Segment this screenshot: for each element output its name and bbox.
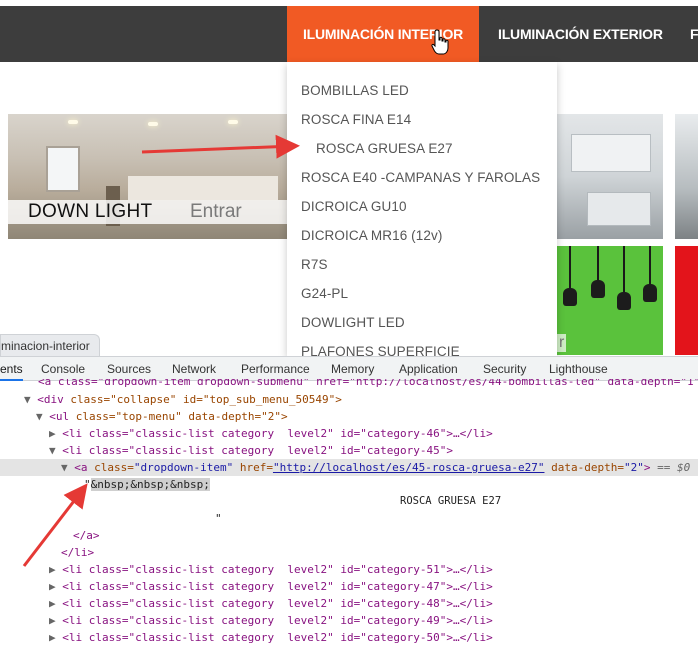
bulb-wire [569, 246, 571, 290]
bulb-image [643, 284, 657, 302]
submenu-item-plafones-superficie[interactable]: PLAFONES SUPERFICIE [301, 344, 460, 356]
devtools-tab-network[interactable]: Network [172, 357, 216, 381]
devtools-tab-security[interactable]: Security [483, 357, 526, 381]
dom-node-li-48[interactable]: ▶ <li class="classic-list category level… [0, 595, 698, 612]
bulb-image [617, 292, 631, 310]
category-tile-partial[interactable] [675, 114, 698, 239]
collapse-triangle-icon[interactable]: ▶ [49, 580, 62, 593]
href-link[interactable]: "http://localhost/es/45-rosca-gruesa-e27… [273, 461, 545, 474]
dom-text-quote-close: " [215, 512, 222, 525]
dom-node-li-47[interactable]: ▶ <li class="classic-list category level… [0, 578, 698, 595]
nbsp-entities: &nbsp;&nbsp;&nbsp; [90, 478, 210, 491]
submenu-item-dicroica-mr16[interactable]: DICROICA MR16 (12v) [301, 228, 442, 243]
tile-caption: r [557, 334, 567, 352]
dom-node-li-49[interactable]: ▶ <li class="classic-list category level… [0, 612, 698, 629]
submenu-item-rosca-fina-e14[interactable]: ROSCA FINA E14 [301, 112, 411, 127]
submenu-item-dicroica-gu10[interactable]: DICROICA GU10 [301, 199, 407, 214]
expand-triangle-icon[interactable]: ▼ [36, 410, 49, 423]
devtools-tab-performance[interactable]: Performance [241, 357, 310, 381]
dom-node-li-46[interactable]: ▶ <li class="classic-list category level… [0, 425, 698, 442]
bulb-wire [623, 246, 625, 294]
devtools-tab-console[interactable]: Console [41, 357, 85, 381]
tile-image-light [228, 120, 238, 124]
dom-close-a: </a> [73, 529, 100, 542]
tile-enter-link[interactable]: Entrar [190, 201, 242, 223]
category-tile-red[interactable] [675, 246, 698, 355]
devtools-url-tab-label: minacion-interior [1, 339, 90, 353]
dom-line-cut: <a class="dropdown-item dropdown-submenu… [38, 379, 698, 387]
bulb-image [591, 280, 605, 298]
collapse-triangle-icon[interactable]: ▶ [49, 427, 62, 440]
expand-triangle-icon[interactable]: ▼ [49, 444, 62, 457]
bulb-wire [597, 246, 599, 282]
dom-node-a-selected[interactable]: ▼ <a class="dropdown-item" href="http://… [0, 459, 698, 476]
category-tile-bulbs[interactable]: r [557, 246, 663, 355]
collapse-triangle-icon[interactable]: ▶ [49, 563, 62, 576]
submenu-item-g24-pl[interactable]: G24-PL [301, 286, 348, 301]
dom-node-li-51[interactable]: ▶ <li class="classic-list category level… [0, 561, 698, 578]
devtools-tab-elements[interactable]: ents [0, 357, 23, 381]
tile-image-cabinet [571, 134, 651, 172]
dom-text-node[interactable]: "&nbsp;&nbsp;&nbsp; [0, 476, 698, 493]
dom-node-ul-top-menu[interactable]: ▼ <ul class="top-menu" data-depth="2"> [0, 408, 698, 425]
tile-image-light [148, 122, 158, 126]
tile-title: DOWN LIGHT [28, 201, 153, 222]
devtools-url-tab[interactable]: minacion-interior [0, 334, 100, 356]
tile-image-window [46, 146, 80, 192]
collapse-triangle-icon[interactable]: ▶ [49, 614, 62, 627]
submenu-item-bombillas-led[interactable]: BOMBILLAS LED [301, 83, 409, 98]
submenu-item-dowlight-led[interactable]: DOWLIGHT LED [301, 315, 405, 330]
devtools-tab-application[interactable]: Application [399, 357, 458, 381]
submenu-item-rosca-e40[interactable]: ROSCA E40 -CAMPANAS Y FAROLAS [301, 170, 540, 185]
tile-image-cabinet [587, 192, 651, 226]
devtools-tab-lighthouse[interactable]: Lighthouse [549, 357, 608, 381]
expand-triangle-icon[interactable]: ▼ [24, 393, 37, 406]
collapse-triangle-icon[interactable]: ▶ [49, 631, 62, 644]
nav-item-iluminacion-interior[interactable]: ILUMINACIÓN INTERIOR [287, 6, 479, 62]
tile-image-counter [128, 176, 278, 200]
bulb-wire [649, 246, 651, 286]
devtools-tab-memory[interactable]: Memory [331, 357, 374, 381]
category-tile-down-light[interactable]: DOWN LIGHT Entrar [8, 114, 288, 239]
dom-node-li-50[interactable]: ▶ <li class="classic-list category level… [0, 629, 698, 646]
dom-close-li: </li> [61, 546, 95, 559]
devtools-panel: ents Console Sources Network Performance… [0, 356, 698, 647]
bulb-image [563, 288, 577, 306]
expand-triangle-icon[interactable]: ▼ [61, 461, 74, 474]
category-tile-kitchen[interactable] [557, 114, 663, 239]
hand-pointer-icon [431, 29, 449, 55]
devtools-tab-bar: ents Console Sources Network Performance… [0, 357, 698, 381]
main-navigation-bar: ILUMINACIÓN INTERIOR ILUMINACIÓN EXTERIO… [0, 6, 698, 62]
nav-item-iluminacion-exterior[interactable]: ILUMINACIÓN EXTERIOR [498, 6, 663, 62]
devtools-tab-sources[interactable]: Sources [107, 357, 151, 381]
dom-text-value: ROSCA GRUESA E27 [400, 495, 502, 507]
dom-node-li-45[interactable]: ▼ <li class="classic-list category level… [0, 442, 698, 459]
submenu-item-rosca-gruesa-e27[interactable]: ROSCA GRUESA E27 [316, 141, 453, 156]
collapse-triangle-icon[interactable]: ▶ [49, 597, 62, 610]
tile-label-bar: DOWN LIGHT Entrar [8, 200, 288, 224]
submenu-dropdown: BOMBILLAS LED ROSCA FINA E14 ROSCA GRUES… [287, 62, 557, 356]
tile-image-light [68, 120, 78, 124]
submenu-item-r7s[interactable]: R7S [301, 257, 328, 272]
nav-item-truncated[interactable]: F [690, 6, 698, 62]
dom-node-div-collapse[interactable]: ▼ <div class="collapse" id="top_sub_menu… [0, 391, 698, 408]
